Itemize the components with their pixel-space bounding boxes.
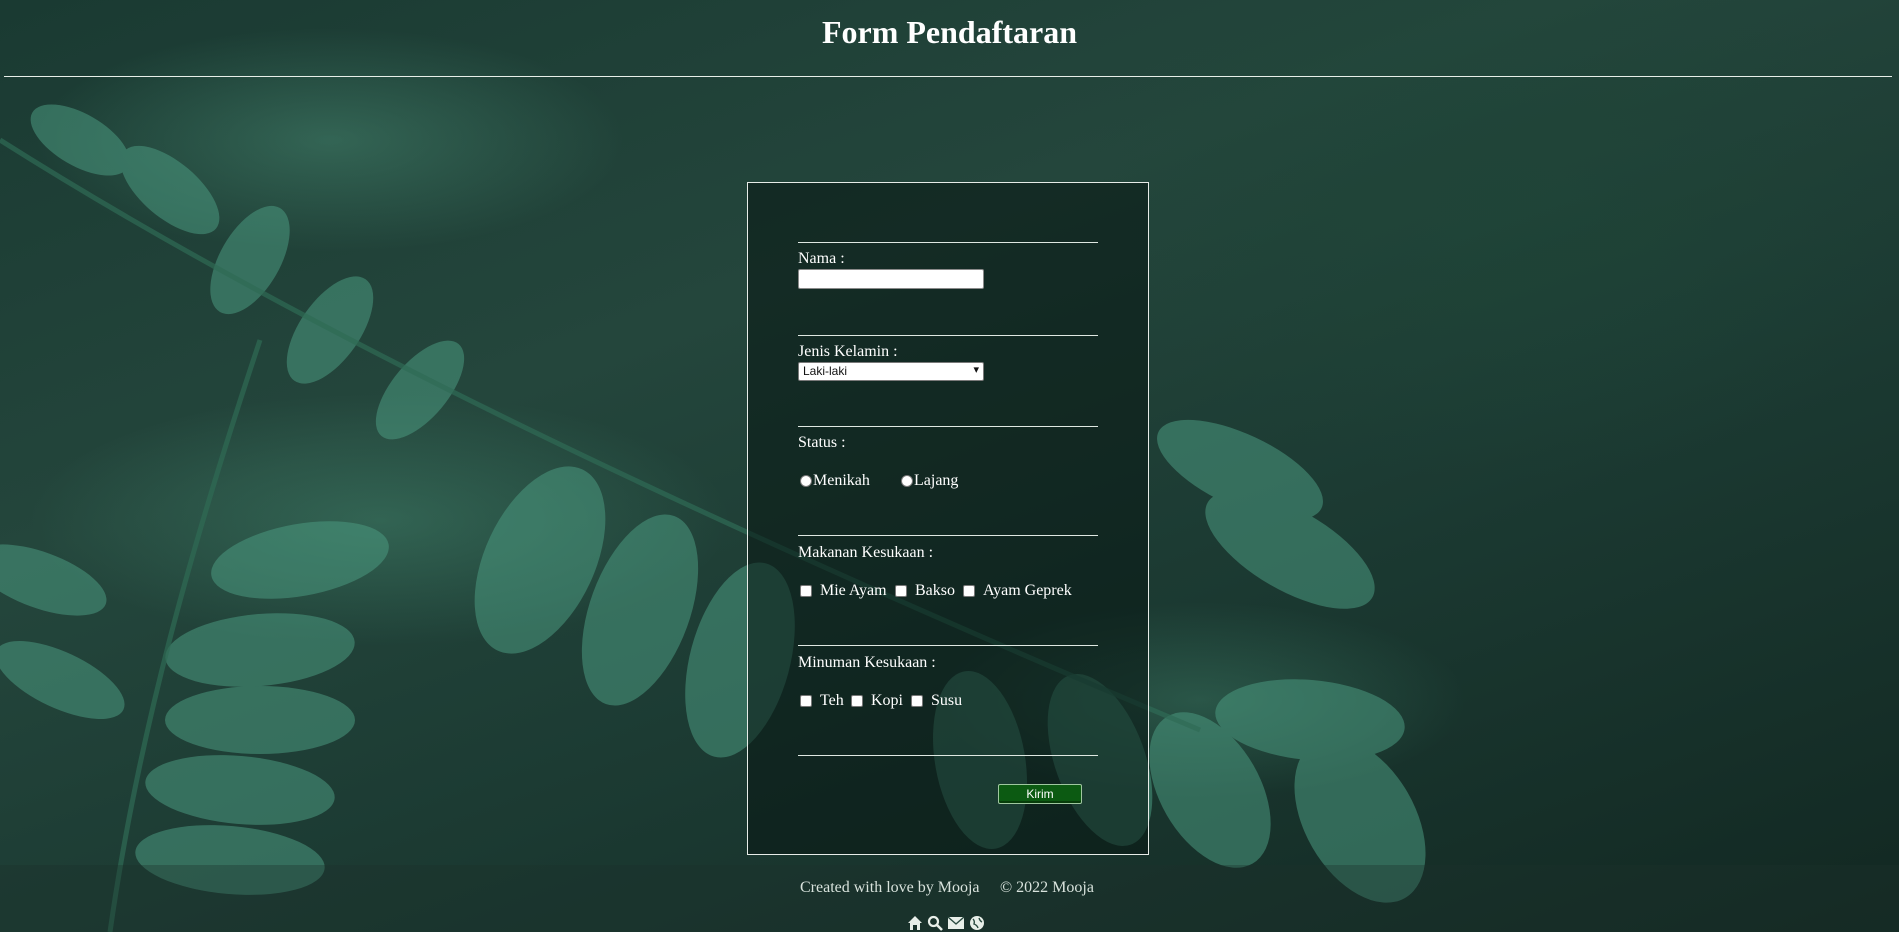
home-icon[interactable] [907,915,923,931]
section-divider [798,755,1098,756]
nama-input[interactable] [798,269,984,289]
makanan-option-label: Mie Ayam [820,582,887,599]
status-option-label: Menikah [813,472,870,489]
minuman-option-label: Susu [931,692,963,709]
submit-button[interactable]: Kirim [998,784,1082,804]
section-divider [798,335,1098,336]
checkbox-ayam-geprek[interactable] [963,585,975,597]
status-option-label: Lajang [914,472,959,489]
status-label: Status : [798,434,846,451]
checkbox-teh[interactable] [800,695,812,707]
status-option-lajang[interactable]: Lajang [901,472,958,490]
jenis-kelamin-selected: Laki-laki [803,364,848,378]
makanan-option-bakso[interactable]: Bakso [895,582,955,600]
jenis-kelamin-select[interactable]: Laki-laki ▾ [798,362,984,381]
footer-copyright: © 2022 Mooja [1000,879,1094,896]
registration-form: Nama : Jenis Kelamin : Laki-laki ▾ Statu… [747,182,1149,855]
minuman-option-kopi[interactable]: Kopi [851,692,903,710]
makanan-option-label: Bakso [915,582,955,599]
minuman-option-teh[interactable]: Teh [800,692,844,710]
section-divider [798,426,1098,427]
section-divider [798,535,1098,536]
search-icon[interactable] [927,915,943,931]
checkbox-kopi[interactable] [851,695,863,707]
checkbox-bakso[interactable] [895,585,907,597]
minuman-label: Minuman Kesukaan : [798,654,936,671]
header-divider [4,76,1892,77]
makanan-label: Makanan Kesukaan : [798,544,934,561]
page-footer: Created with love by Mooja © 2022 Mooja [0,865,1899,932]
makanan-option-label: Ayam Geprek [983,582,1072,599]
status-option-menikah[interactable]: Menikah [800,472,870,490]
footer-icon-bar [907,915,985,931]
chevron-down-icon: ▾ [973,364,979,376]
makanan-option-mie-ayam[interactable]: Mie Ayam [800,582,887,600]
envelope-icon[interactable] [947,915,965,931]
checkbox-mie-ayam[interactable] [800,585,812,597]
section-divider [798,645,1098,646]
footer-credit: Created with love by Mooja [800,879,980,896]
radio-menikah[interactable] [800,475,812,487]
jenis-kelamin-label: Jenis Kelamin : [798,343,898,360]
radio-lajang[interactable] [901,475,913,487]
checkbox-susu[interactable] [911,695,923,707]
page-header: Form Pendaftaran [0,0,1899,78]
makanan-option-ayam-geprek[interactable]: Ayam Geprek [963,582,1072,600]
globe-icon[interactable] [969,915,985,931]
minuman-option-label: Kopi [871,692,903,709]
nama-label: Nama : [798,250,845,267]
minuman-option-susu[interactable]: Susu [911,692,962,710]
section-divider [798,242,1098,243]
minuman-option-label: Teh [820,692,844,709]
page-title: Form Pendaftaran [821,14,1078,50]
